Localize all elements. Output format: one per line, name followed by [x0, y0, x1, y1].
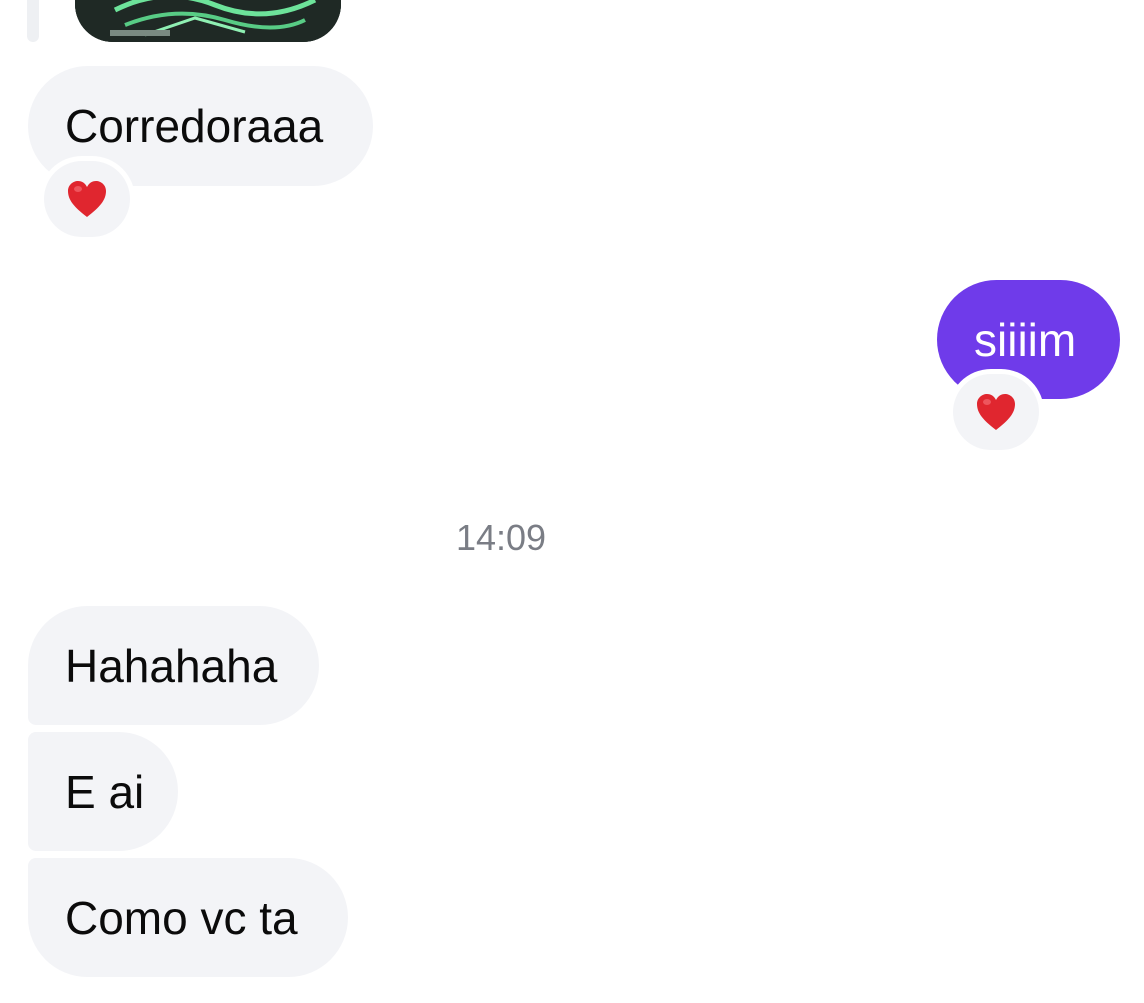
- heart-icon: [68, 181, 106, 217]
- timestamp-divider: 14:09: [455, 517, 547, 558]
- reply-thread-line: [27, 0, 39, 42]
- shared-photo[interactable]: [75, 0, 341, 42]
- heart-icon: [977, 394, 1015, 430]
- incoming-message-bubble[interactable]: E ai: [28, 732, 178, 851]
- chat-thread: Corredoraaa siiiim 14:09 Hahahaha E ai C…: [0, 0, 1144, 1003]
- message-text: Corredoraaa: [65, 100, 324, 152]
- incoming-message-bubble[interactable]: Como vc ta: [28, 858, 348, 977]
- heart-reaction[interactable]: [953, 374, 1039, 450]
- outgoing-message-bubble[interactable]: siiiim: [937, 280, 1120, 399]
- incoming-message-bubble[interactable]: Hahahaha: [28, 606, 319, 725]
- message-text: E ai: [65, 765, 145, 818]
- message-text: Como vc ta: [65, 891, 298, 944]
- message-text: siiiim: [974, 313, 1077, 366]
- heart-reaction[interactable]: [44, 161, 130, 237]
- message-text: Hahahaha: [65, 639, 278, 692]
